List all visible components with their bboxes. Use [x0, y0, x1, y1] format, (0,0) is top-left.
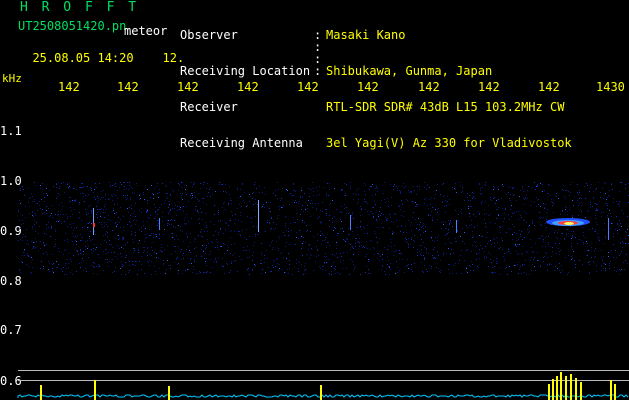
x-tick: 142	[58, 80, 80, 94]
timestamp: 25.08.05 14:20 12.	[18, 40, 184, 64]
file-name: UT2508051420.pn	[18, 19, 127, 33]
x-tick: 142	[418, 80, 440, 94]
app-brand: H R O F F T	[20, 0, 140, 15]
observer-label: Observer	[180, 28, 238, 42]
spectrum-baseline	[18, 380, 629, 381]
x-tick: 142	[297, 80, 319, 94]
x-tick: 142	[538, 80, 560, 94]
y-axis-unit: kHz	[2, 72, 22, 85]
location-label: Receiving Location	[180, 64, 311, 78]
x-tick: 1430	[596, 80, 625, 94]
date-time: 25.08.05 14:20	[32, 51, 134, 65]
x-tick: 142	[117, 80, 139, 94]
x-tick: 142	[478, 80, 500, 94]
x-tick: 142	[357, 80, 379, 94]
waterfall-canvas	[18, 182, 629, 275]
waterfall-plot	[18, 100, 629, 400]
x-tick: 142	[177, 80, 199, 94]
mode-label: meteor	[124, 24, 168, 38]
spectrum-top-line	[18, 370, 629, 371]
location-value: Shibukawa, Gunma, Japan	[326, 64, 493, 78]
x-tick: 142	[237, 80, 259, 94]
observer-value: Masaki Kano	[326, 28, 406, 42]
